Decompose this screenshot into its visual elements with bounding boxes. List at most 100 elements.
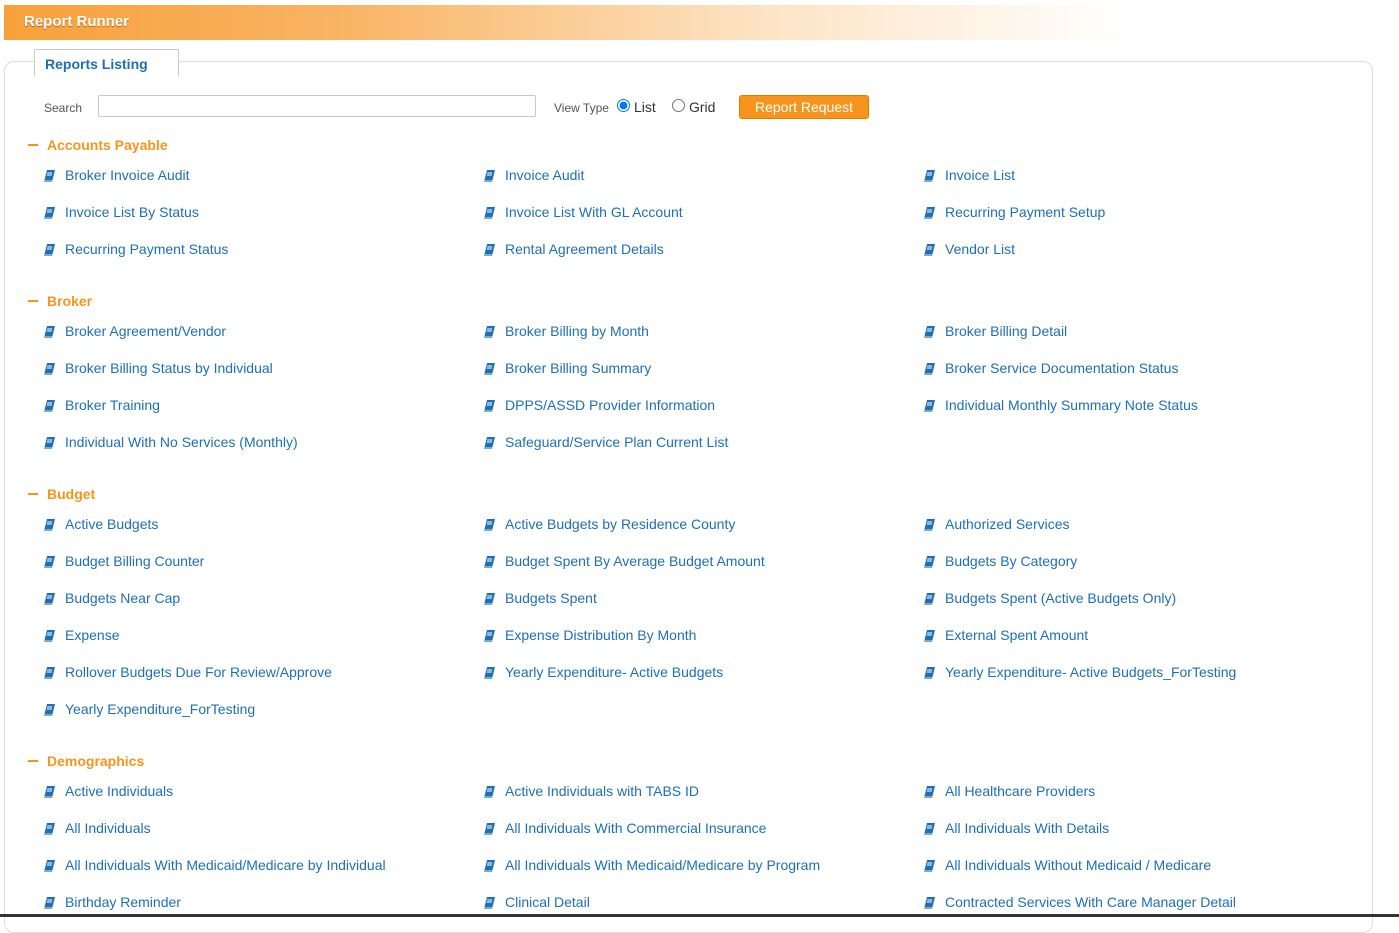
report-link-label[interactable]: Active Individuals xyxy=(65,783,173,799)
report-link-label[interactable]: All Individuals With Medicaid/Medicare b… xyxy=(65,857,386,873)
book-icon xyxy=(484,325,495,338)
report-link-label[interactable]: Safeguard/Service Plan Current List xyxy=(505,434,728,450)
toolbar: Search View Type List Grid Report Reques… xyxy=(0,95,1399,121)
report-link-label[interactable]: Contracted Services With Care Manager De… xyxy=(945,894,1236,910)
report-link-label[interactable]: Recurring Payment Setup xyxy=(945,204,1105,220)
report-link-label[interactable]: Broker Service Documentation Status xyxy=(945,360,1178,376)
book-icon xyxy=(44,518,55,531)
report-link-label[interactable]: Invoice Audit xyxy=(505,167,584,183)
report-link-label[interactable]: Invoice List With GL Account xyxy=(505,204,683,220)
view-type-grid-label[interactable]: Grid xyxy=(689,99,715,115)
book-icon xyxy=(44,629,55,642)
report-link-label[interactable]: Broker Agreement/Vendor xyxy=(65,323,226,339)
report-link-label[interactable]: Budgets Spent xyxy=(505,590,597,606)
app-title: Report Runner xyxy=(24,13,129,30)
book-icon xyxy=(484,629,495,642)
book-icon xyxy=(44,436,55,449)
report-link-label[interactable]: All Individuals With Details xyxy=(945,820,1109,836)
report-link-label[interactable]: All Individuals xyxy=(65,820,151,836)
book-icon xyxy=(484,785,495,798)
book-icon xyxy=(924,822,935,835)
report-link-label[interactable]: Vendor List xyxy=(945,241,1015,257)
book-icon xyxy=(44,362,55,375)
report-link-label[interactable]: Birthday Reminder xyxy=(65,894,181,910)
report-link-label[interactable]: Broker Invoice Audit xyxy=(65,167,190,183)
report-link-label[interactable]: Individual With No Services (Monthly) xyxy=(65,434,298,450)
report-link-label[interactable]: All Individuals With Commercial Insuranc… xyxy=(505,820,766,836)
book-icon xyxy=(924,859,935,872)
tab-reports-listing[interactable]: Reports Listing xyxy=(34,49,179,76)
report-link-label[interactable]: Broker Billing Status by Individual xyxy=(65,360,273,376)
book-icon xyxy=(924,785,935,798)
book-icon xyxy=(44,206,55,219)
report-link-label[interactable]: Expense Distribution By Month xyxy=(505,627,696,643)
book-icon xyxy=(44,325,55,338)
book-icon xyxy=(484,206,495,219)
collapse-minus-icon[interactable] xyxy=(28,144,38,146)
report-link-label[interactable]: Active Budgets xyxy=(65,516,158,532)
book-icon xyxy=(44,666,55,679)
book-icon xyxy=(44,896,55,909)
report-link-label[interactable]: Rental Agreement Details xyxy=(505,241,664,257)
report-link-label[interactable]: Yearly Expenditure_ForTesting xyxy=(65,701,255,717)
report-link-label[interactable]: Broker Billing by Month xyxy=(505,323,649,339)
book-icon xyxy=(924,666,935,679)
book-icon xyxy=(924,243,935,256)
report-link-label[interactable]: Active Individuals with TABS ID xyxy=(505,783,699,799)
book-icon xyxy=(924,206,935,219)
book-icon xyxy=(924,399,935,412)
book-icon xyxy=(44,592,55,605)
report-link-label[interactable]: Broker Training xyxy=(65,397,160,413)
report-link-label[interactable]: Yearly Expenditure- Active Budgets xyxy=(505,664,723,680)
report-request-button[interactable]: Report Request xyxy=(739,95,869,119)
report-link-label[interactable]: Rollover Budgets Due For Review/Approve xyxy=(65,664,332,680)
book-icon xyxy=(924,325,935,338)
book-icon xyxy=(44,703,55,716)
book-icon xyxy=(44,822,55,835)
report-link-label[interactable]: Expense xyxy=(65,627,119,643)
collapse-minus-icon[interactable] xyxy=(28,493,38,495)
report-link-label[interactable]: Recurring Payment Status xyxy=(65,241,228,257)
section-title: Accounts Payable xyxy=(47,137,168,153)
reports-panel xyxy=(4,61,1373,933)
report-link-label[interactable]: Broker Billing Summary xyxy=(505,360,651,376)
report-link-label[interactable]: Invoice List By Status xyxy=(65,204,199,220)
report-link-label[interactable]: Invoice List xyxy=(945,167,1015,183)
report-link-label[interactable]: Budget Billing Counter xyxy=(65,553,204,569)
report-link-label[interactable]: All Individuals With Medicaid/Medicare b… xyxy=(505,857,820,873)
view-type-list-label[interactable]: List xyxy=(634,99,656,115)
book-icon xyxy=(484,592,495,605)
title-bar: Report Runner xyxy=(4,5,1374,40)
report-link-label[interactable]: Broker Billing Detail xyxy=(945,323,1067,339)
report-link-label[interactable]: Yearly Expenditure- Active Budgets_ForTe… xyxy=(945,664,1236,680)
search-input[interactable] xyxy=(98,95,536,117)
report-link-label[interactable]: Budgets Near Cap xyxy=(65,590,180,606)
report-link-label[interactable]: DPPS/ASSD Provider Information xyxy=(505,397,715,413)
report-link-label[interactable]: External Spent Amount xyxy=(945,627,1088,643)
section-title: Budget xyxy=(47,486,96,502)
report-link-label[interactable]: Individual Monthly Summary Note Status xyxy=(945,397,1198,413)
book-icon xyxy=(44,555,55,568)
book-icon xyxy=(924,592,935,605)
collapse-minus-icon[interactable] xyxy=(28,300,38,302)
report-link-label[interactable]: All Healthcare Providers xyxy=(945,783,1095,799)
collapse-minus-icon[interactable] xyxy=(28,760,38,762)
book-icon xyxy=(924,555,935,568)
book-icon xyxy=(484,555,495,568)
report-link-label[interactable]: Budgets Spent (Active Budgets Only) xyxy=(945,590,1176,606)
book-icon xyxy=(924,629,935,642)
book-icon xyxy=(924,518,935,531)
report-link-label[interactable]: All Individuals Without Medicaid / Medic… xyxy=(945,857,1211,873)
report-link-label[interactable]: Authorized Services xyxy=(945,516,1070,532)
report-link-label[interactable]: Clinical Detail xyxy=(505,894,590,910)
section-title: Demographics xyxy=(47,753,145,769)
book-icon xyxy=(484,362,495,375)
report-link-label[interactable]: Active Budgets by Residence County xyxy=(505,516,735,532)
report-link-label[interactable]: Budget Spent By Average Budget Amount xyxy=(505,553,765,569)
view-type-list-radio[interactable] xyxy=(617,99,630,112)
book-icon xyxy=(484,896,495,909)
report-link-label[interactable]: Budgets By Category xyxy=(945,553,1077,569)
view-type-grid-radio[interactable] xyxy=(672,99,685,112)
book-icon xyxy=(484,822,495,835)
book-icon xyxy=(484,666,495,679)
